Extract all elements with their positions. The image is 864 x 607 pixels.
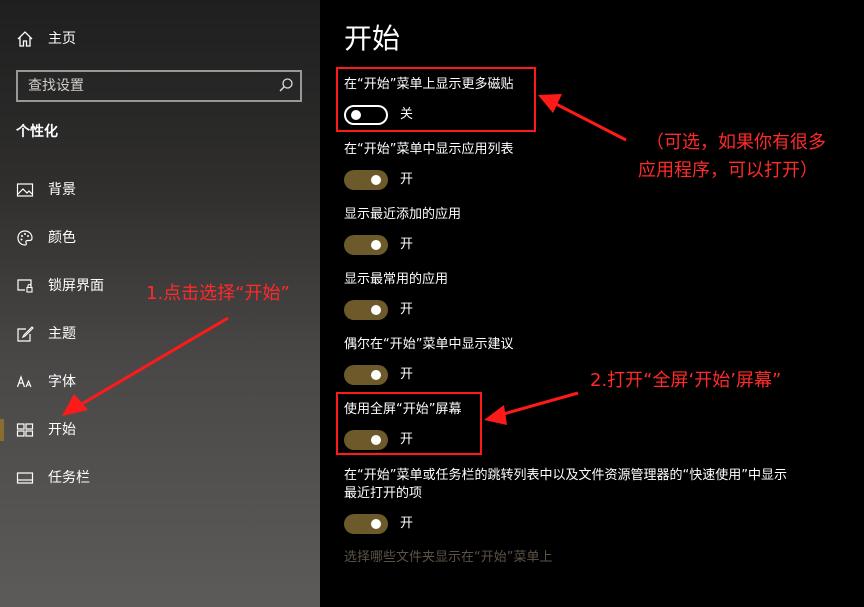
toggle-knob	[371, 240, 381, 250]
toggle-state-text: 开	[400, 302, 414, 317]
toggle-state-text: 开	[400, 367, 414, 382]
annotation-step2: 2.打开“全屏‘开始’屏幕”	[590, 370, 782, 391]
home-icon	[16, 30, 34, 48]
nav-item-fonts[interactable]: 字体	[0, 362, 320, 402]
nav-item-start[interactable]: 开始	[0, 410, 320, 450]
font-icon	[16, 373, 34, 391]
taskbar-icon	[16, 469, 34, 487]
toggle-app-list[interactable]	[344, 170, 388, 190]
toggle-state-text: 开	[400, 237, 414, 252]
search-icon[interactable]	[278, 77, 294, 93]
highlight-box-full-screen	[336, 392, 482, 455]
annotation-note-line2: 应用程序，可以打开）	[638, 160, 818, 181]
nav-item-label: 锁屏界面	[48, 278, 104, 294]
setting-label-recently-added: 显示最近添加的应用	[344, 207, 462, 222]
nav-home-label: 主页	[48, 31, 76, 47]
nav-item-background[interactable]: 背景	[0, 170, 320, 210]
nav-item-label: 开始	[48, 422, 76, 438]
toggle-recent-items[interactable]	[344, 514, 388, 534]
nav-item-label: 字体	[48, 374, 76, 390]
annotation-note-line1: （可选，如果你有很多	[646, 132, 826, 153]
nav-item-label: 背景	[48, 182, 76, 198]
search-box[interactable]	[16, 70, 302, 102]
toggle-most-used[interactable]	[344, 300, 388, 320]
picture-icon	[16, 181, 34, 199]
toggle-state-text: 开	[400, 516, 414, 531]
setting-label-most-used: 显示最常用的应用	[344, 272, 449, 287]
page-title: 开始	[344, 22, 401, 55]
palette-icon	[16, 229, 34, 247]
start-tiles-icon	[16, 421, 34, 439]
nav-item-colors[interactable]: 颜色	[0, 218, 320, 258]
theme-brush-icon	[16, 325, 34, 343]
nav-item-label: 主题	[48, 326, 76, 342]
nav-item-label: 颜色	[48, 230, 76, 246]
annotation-step1: 1.点击选择“开始”	[146, 283, 290, 304]
section-title: 个性化	[16, 124, 58, 140]
nav-item-label: 任务栏	[48, 470, 90, 486]
search-input[interactable]	[18, 72, 268, 100]
highlight-box-more-tiles	[336, 67, 536, 132]
nav-item-themes[interactable]: 主题	[0, 314, 320, 354]
choose-folders-link[interactable]: 选择哪些文件夹显示在“开始”菜单上	[344, 549, 552, 567]
lock-screen-icon	[16, 277, 34, 295]
toggle-knob	[371, 370, 381, 380]
setting-label-suggestions: 偶尔在“开始”菜单中显示建议	[344, 337, 514, 352]
nav-item-taskbar[interactable]: 任务栏	[0, 458, 320, 498]
toggle-state-text: 开	[400, 172, 414, 187]
toggle-recently-added[interactable]	[344, 235, 388, 255]
toggle-knob	[371, 305, 381, 315]
toggle-knob	[371, 519, 381, 529]
setting-label-recent-items: 在“开始”菜单或任务栏的跳转列表中以及文件资源管理器的“快速使用”中显示最近打开…	[344, 468, 787, 501]
toggle-knob	[371, 175, 381, 185]
toggle-suggestions[interactable]	[344, 365, 388, 385]
nav-home[interactable]: 主页	[0, 24, 320, 54]
